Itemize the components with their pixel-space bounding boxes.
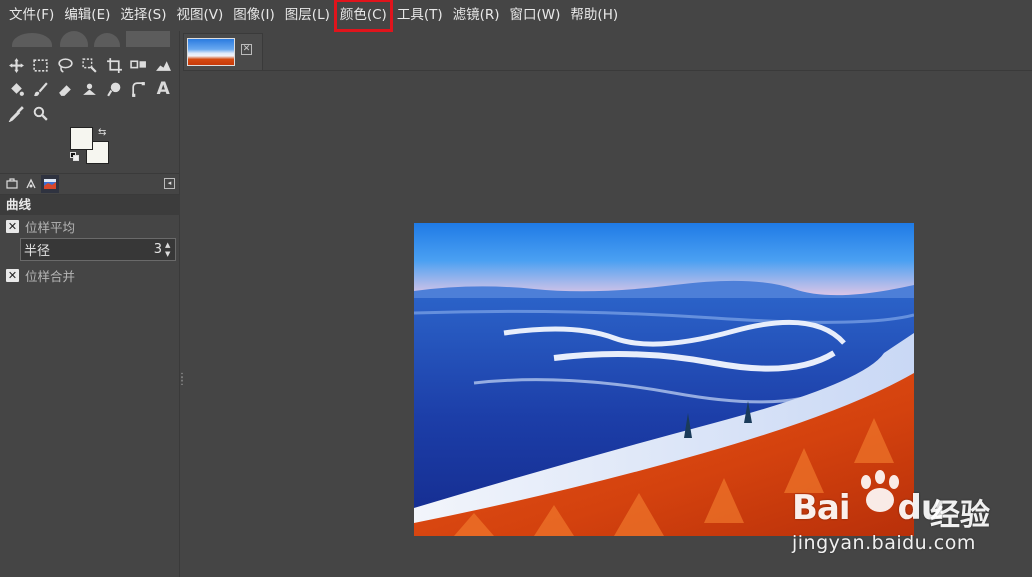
warp-icon[interactable] <box>151 53 176 77</box>
baidu-watermark: Bai du 经验 jingyan.baidu.com <box>792 470 1032 558</box>
clone-icon[interactable] <box>78 77 103 101</box>
menu-item-1[interactable]: 编辑(E) <box>59 0 115 31</box>
menu-item-2[interactable]: 选择(S) <box>115 0 171 31</box>
menu-item-5[interactable]: 图层(L) <box>280 0 335 31</box>
fuzzy-select-icon[interactable] <box>78 53 103 77</box>
lasso-icon[interactable] <box>53 53 78 77</box>
crop-icon[interactable] <box>102 53 127 77</box>
left-dock: A ⇆ ◂ 曲线 ✕ 位样平均 半径 3 ▲ ▼ ✕ 位样合并 ⋮ ⋮ <box>0 31 187 577</box>
eraser-icon[interactable] <box>53 77 78 101</box>
smudge-icon[interactable] <box>102 77 127 101</box>
move-tool-icon[interactable] <box>4 53 29 77</box>
text-tool-glyph: A <box>156 79 170 99</box>
toolbox: A <box>4 53 176 125</box>
close-icon[interactable]: ✕ <box>241 44 252 55</box>
menu-bar: 文件(F) 编辑(E) 选择(S) 视图(V) 图像(I) 图层(L) 颜色(C) 工具(T)… <box>0 0 1032 32</box>
rect-select-icon[interactable] <box>29 53 54 77</box>
tool-options-title: 曲线 <box>0 195 180 215</box>
menu-item-3[interactable]: 视图(V) <box>172 0 229 31</box>
sample-average-option[interactable]: ✕ 位样平均 <box>6 217 75 235</box>
tab-tool-options-icon[interactable] <box>3 175 21 193</box>
paths-icon[interactable] <box>127 77 152 101</box>
menu-item-7[interactable]: 工具(T) <box>392 0 448 31</box>
watermark-cn: 经验 <box>930 498 990 533</box>
paw-icon <box>861 470 899 512</box>
menu-item-4[interactable]: 图像(I) <box>228 0 280 31</box>
bucket-fill-icon[interactable] <box>4 77 29 101</box>
image-thumbnail <box>187 38 235 66</box>
radius-value[interactable]: 3 <box>154 242 162 257</box>
menu-item-9[interactable]: 窗口(W) <box>505 0 566 31</box>
dock-tabs: ◂ <box>0 173 180 195</box>
wilber-logo <box>8 31 173 47</box>
color-swatches: ⇆ <box>68 127 116 167</box>
color-picker-icon[interactable] <box>4 101 29 125</box>
radius-spinner[interactable]: 半径 3 ▲ ▼ <box>20 238 176 261</box>
foreground-color[interactable] <box>70 127 93 150</box>
dock-menu-icon[interactable]: ◂ <box>164 178 175 189</box>
sample-merged-label: 位样合并 <box>25 268 76 284</box>
menu-item-10[interactable]: 帮助(H) <box>565 0 623 31</box>
tab-images-icon[interactable] <box>41 175 59 193</box>
zoom-icon[interactable] <box>29 101 54 125</box>
text-icon[interactable]: A <box>151 77 176 101</box>
sample-merged-checkbox[interactable]: ✕ <box>6 268 19 282</box>
image-tab[interactable]: ✕ <box>183 33 263 70</box>
menu-item-8[interactable]: 滤镜(R) <box>448 0 505 31</box>
spinner-arrows-icon[interactable]: ▲ ▼ <box>165 239 175 260</box>
tab-device-status-icon[interactable] <box>22 175 40 193</box>
watermark-url: jingyan.baidu.com <box>792 532 976 554</box>
paintbrush-icon[interactable] <box>29 77 54 101</box>
reset-colors-icon[interactable] <box>70 152 80 162</box>
watermark-logo-text: Bai <box>792 488 851 528</box>
sample-average-checkbox[interactable]: ✕ <box>6 219 19 233</box>
transform-icon[interactable] <box>127 53 152 77</box>
radius-label: 半径 <box>24 244 51 259</box>
menu-item-0[interactable]: 文件(F) <box>4 0 59 31</box>
sample-average-label: 位样平均 <box>25 219 76 235</box>
sample-merged-option[interactable]: ✕ 位样合并 <box>6 266 75 284</box>
swap-colors-icon[interactable]: ⇆ <box>98 127 106 138</box>
menu-item-6[interactable]: 颜色(C) <box>333 0 393 32</box>
